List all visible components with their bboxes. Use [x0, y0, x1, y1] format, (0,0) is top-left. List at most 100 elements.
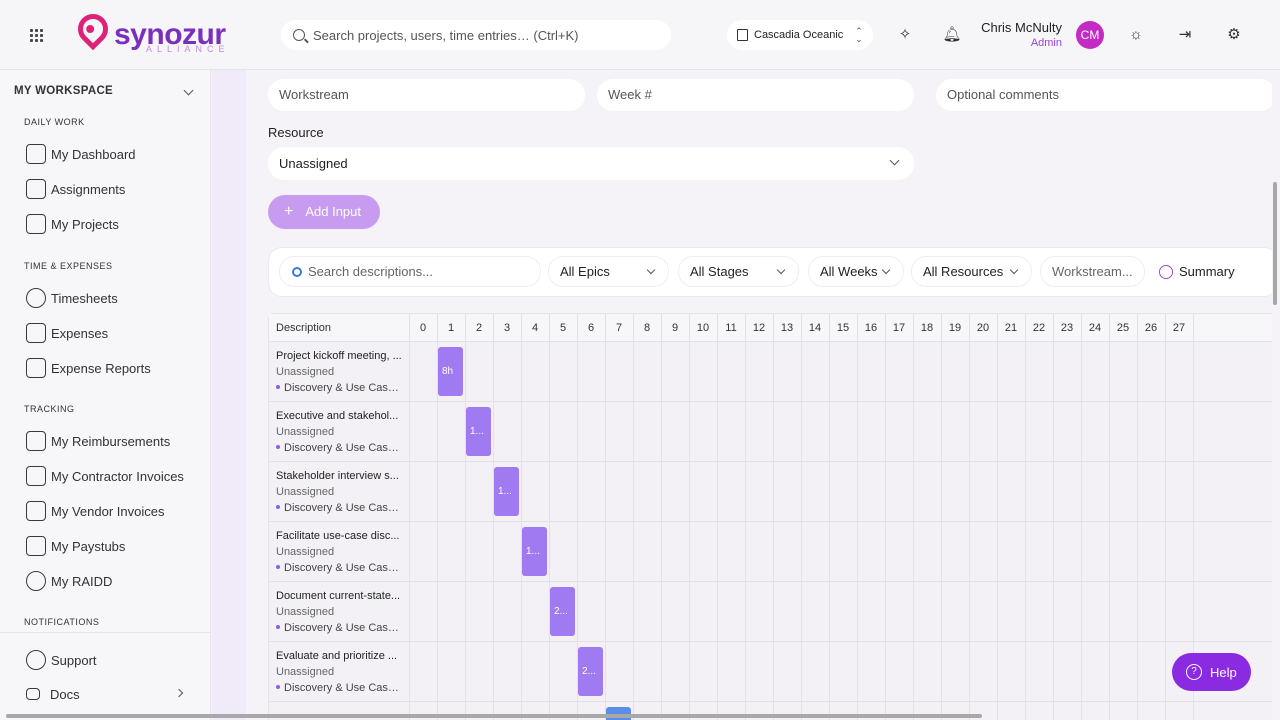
add-input-label: Add Input [305, 204, 361, 219]
sidebar-item-assignments[interactable]: Assignments [26, 177, 125, 201]
shield-icon [26, 571, 46, 591]
week-header: 8 [643, 322, 651, 334]
table-row[interactable]: Stakeholder interview s... Unassigned Disc… [269, 462, 1272, 522]
banknote-icon [26, 431, 46, 451]
wallet-icon [26, 536, 46, 556]
comments-input[interactable]: Optional comments [936, 79, 1272, 111]
row-epic-label: Discovery & Use Case ... [284, 682, 404, 694]
horizontal-scrollbar[interactable] [6, 714, 982, 718]
document-icon [26, 358, 46, 378]
briefcase-icon [26, 179, 46, 199]
gantt-bar[interactable]: 2... [578, 647, 603, 696]
row-resource: Unassigned [276, 606, 335, 618]
gantt-bar[interactable]: 2... [550, 587, 575, 636]
bell-icon[interactable]: 🔔︎ [942, 25, 962, 45]
resource-value: Unassigned [279, 156, 348, 171]
table-row[interactable]: Evaluate and prioritize ... Unassigned Dis… [269, 642, 1272, 702]
workspace-title[interactable]: MY WORKSPACE [14, 85, 113, 97]
global-search-input[interactable]: Search projects, users, time entries… (C… [281, 20, 671, 50]
user-role: Admin [1030, 37, 1062, 49]
sparkle-icon[interactable]: ✧ [895, 25, 915, 45]
row-resource: Unassigned [276, 366, 335, 378]
sidebar-item-label: Expense Reports [51, 360, 151, 376]
gantt-bar[interactable]: 1... [466, 407, 491, 456]
help-button[interactable]: ? Help [1172, 653, 1251, 691]
row-resource: Unassigned [276, 426, 335, 438]
stage-filter[interactable]: All Stages [678, 256, 799, 287]
week-header: 18 [920, 322, 934, 334]
table-row[interactable]: Facilitate use-case disc... Unassigned Dis… [269, 522, 1272, 582]
week-header: 9 [671, 322, 679, 334]
row-title: Document current-state... [276, 590, 401, 602]
logo-pin-icon [71, 7, 115, 51]
week-header: 26 [1144, 322, 1158, 334]
week-header: 12 [752, 322, 766, 334]
table-row[interactable]: Project kickoff meeting, ... Unassigned Di… [269, 342, 1272, 402]
sidebar-item-contractor-invoices[interactable]: My Contractor Invoices [26, 464, 184, 488]
sidebar-item-label: Assignments [51, 181, 126, 197]
sidebar-item-expense-reports[interactable]: Expense Reports [26, 356, 151, 380]
folder-icon [26, 214, 46, 234]
chevron-down-icon [889, 155, 900, 166]
sidebar-item-projects[interactable]: My Projects [26, 212, 119, 236]
sidebar-item-raidd[interactable]: My RAIDD [26, 569, 112, 593]
sidebar-item-label: My Dashboard [51, 146, 136, 162]
gantt-bar[interactable]: 8h [438, 347, 463, 396]
sidebar-item-label: My Projects [51, 216, 119, 232]
section-tracking: TRACKING [24, 404, 75, 414]
sidebar-item-label: My Reimbursements [51, 433, 171, 449]
week-header: 27 [1172, 322, 1186, 334]
apps-grid-icon[interactable] [30, 29, 43, 42]
description-header: Description [276, 322, 332, 334]
week-header: 21 [1004, 322, 1018, 334]
sun-icon[interactable]: ☼ [1126, 25, 1146, 45]
chevron-down-icon [1009, 265, 1019, 275]
gantt-bar[interactable]: 1... [522, 527, 547, 576]
workstream-placeholder: Workstream [279, 87, 349, 102]
sidebar-item-reimbursements[interactable]: My Reimbursements [26, 429, 170, 453]
gear-icon[interactable]: ⚙ [1224, 25, 1244, 45]
logo-subtitle: ALLIANCE [146, 44, 230, 54]
sidebar-item-docs[interactable]: Docs [26, 682, 80, 706]
resource-filter[interactable]: All Resources [911, 256, 1032, 287]
workstream-filter[interactable]: Workstream... [1040, 256, 1145, 287]
sidebar-item-timesheets[interactable]: Timesheets [26, 286, 118, 310]
chevron-right-icon[interactable] [174, 688, 184, 698]
week-header: 4 [531, 322, 539, 334]
week-number-input[interactable]: Week # [597, 79, 914, 111]
add-input-button[interactable]: + Add Input [268, 195, 380, 229]
row-resource: Unassigned [276, 546, 335, 558]
avatar[interactable]: CM [1076, 21, 1104, 49]
sidebar: MY WORKSPACE DAILY WORK My Dashboard Ass… [0, 70, 211, 720]
epic-filter[interactable]: All Epics [548, 256, 669, 287]
sidebar-item-dashboard[interactable]: My Dashboard [26, 142, 136, 166]
sidebar-item-label: My Contractor Invoices [51, 468, 184, 484]
row-epic: Discovery & Use Case ... [276, 562, 404, 574]
table-row[interactable]: Executive and stakehol... Unassigned Disco… [269, 402, 1272, 462]
sidebar-item-label: My Vendor Invoices [51, 503, 165, 519]
sidebar-item-label: Timesheets [51, 290, 118, 306]
row-resource: Unassigned [276, 486, 335, 498]
description-search-input[interactable]: Search descriptions... [279, 256, 541, 287]
tenant-switcher[interactable]: Cascadia Oceanic ⌃ ⌄ [727, 20, 873, 50]
logout-icon[interactable]: ⇥ [1175, 25, 1195, 45]
week-placeholder: Week # [608, 87, 652, 102]
workstream-input[interactable]: Workstream [268, 79, 585, 111]
week-header: 7 [615, 322, 623, 334]
row-epic: Discovery & Use Case ... [276, 442, 404, 454]
sidebar-item-expenses[interactable]: Expenses [26, 321, 108, 345]
gantt-bar[interactable]: 1... [494, 467, 519, 516]
radio-icon [1159, 264, 1173, 279]
chevron-down-icon[interactable] [183, 85, 194, 96]
sidebar-item-paystubs[interactable]: My Paystubs [26, 534, 125, 558]
vertical-scrollbar[interactable] [1273, 182, 1277, 305]
summary-toggle[interactable]: Summary [1159, 264, 1235, 279]
resource-select[interactable]: Unassigned [268, 147, 914, 180]
sidebar-item-support[interactable]: Support [26, 648, 97, 672]
synozur-logo[interactable]: synozur ALLIANCE [71, 7, 230, 56]
sidebar-item-vendor-invoices[interactable]: My Vendor Invoices [26, 499, 164, 523]
row-epic: Discovery & Use Case ... [276, 382, 404, 394]
epic-dot-icon [276, 685, 280, 689]
table-row[interactable]: Document current-state... Unassigned Disco… [269, 582, 1272, 642]
week-filter[interactable]: All Weeks [808, 256, 904, 287]
